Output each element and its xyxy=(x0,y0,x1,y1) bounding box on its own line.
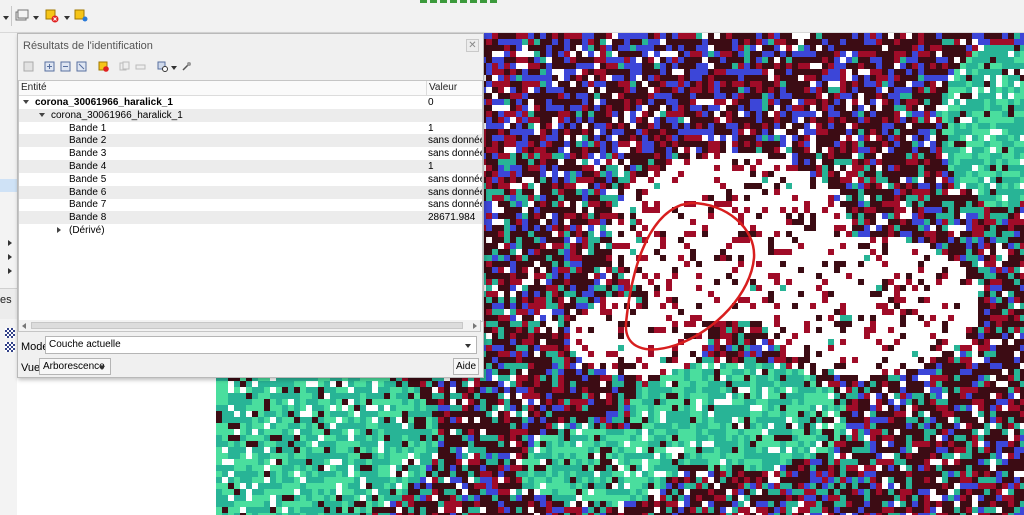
tree-row-value: sans donnée xyxy=(428,199,482,211)
tree-row[interactable]: corona_30061966_haralick_1 xyxy=(19,108,482,122)
chevron-down-icon xyxy=(99,366,105,370)
panel-title-fragment: es xyxy=(0,294,12,306)
tree-row-value: 1 xyxy=(428,122,434,134)
expand-new-icon[interactable] xyxy=(76,61,87,72)
mode-select-value: Couche actuelle xyxy=(49,339,121,350)
chevron-down-icon[interactable] xyxy=(64,16,70,20)
column-header-value[interactable]: Valeur xyxy=(429,82,457,93)
help-button[interactable]: Aide xyxy=(453,358,479,375)
tree-row[interactable]: Bande 8 28671.984 xyxy=(19,211,482,225)
expand-arrow-icon[interactable] xyxy=(8,240,12,246)
chevron-down-icon[interactable] xyxy=(3,16,9,20)
layer-selected-row[interactable] xyxy=(0,179,17,192)
scroll-left-icon[interactable] xyxy=(22,323,26,329)
close-icon[interactable]: ✕ xyxy=(466,39,479,52)
tree-row-value: sans donnée xyxy=(428,173,482,185)
tree-row-label: Bande 2 xyxy=(69,135,107,147)
tree-row[interactable]: Bande 5 sans donnée xyxy=(19,173,482,186)
tree-row[interactable]: Bande 7 sans donnée xyxy=(19,198,482,211)
tree-row[interactable]: Bande 2 sans donnée xyxy=(19,134,482,148)
dialog-title: Résultats de l'identification xyxy=(23,40,153,52)
tree-row[interactable]: (Dérivé) xyxy=(19,224,482,237)
collapse-all-icon[interactable] xyxy=(60,61,71,72)
collapsed-arrow-icon[interactable] xyxy=(57,227,61,233)
main-toolbar xyxy=(0,0,1024,33)
dialog-toolbar xyxy=(18,58,483,78)
tree-row-label: Bande 6 xyxy=(69,186,107,198)
chevron-down-icon[interactable] xyxy=(33,16,39,20)
scroll-thumb[interactable] xyxy=(31,322,463,329)
tree-row-label: Bande 7 xyxy=(69,199,107,211)
identify-icon[interactable] xyxy=(23,61,34,72)
expand-arrow-icon[interactable] xyxy=(8,268,12,274)
tree-row-value: sans donnée xyxy=(428,135,482,147)
expanded-arrow-icon[interactable] xyxy=(39,112,45,117)
settings-icon[interactable] xyxy=(181,61,192,72)
tree-row-label: corona_30061966_haralick_1 xyxy=(35,97,173,108)
column-divider[interactable] xyxy=(426,81,427,95)
tree-row[interactable]: Bande 3 sans donnée xyxy=(19,147,482,160)
mode-select[interactable]: Couche actuelle xyxy=(45,336,477,354)
tree-row-label: corona_30061966_haralick_1 xyxy=(51,109,183,121)
view-select[interactable]: Arborescence xyxy=(39,358,111,375)
raster-layer-icon[interactable] xyxy=(5,342,15,352)
tree-row-label: Bande 8 xyxy=(69,212,107,224)
identify-results-dialog: Résultats de l'identification ✕ Entité V… xyxy=(17,33,484,378)
tree-row[interactable]: Bande 6 sans donnée xyxy=(19,185,482,199)
label-pin-icon[interactable] xyxy=(74,9,88,23)
toolbar-separator xyxy=(11,6,12,26)
tree-row[interactable]: Bande 1 1 xyxy=(19,122,482,135)
horizontal-scrollbar[interactable] xyxy=(18,320,481,332)
layers-panel-strip xyxy=(0,33,17,515)
view-label: Vue xyxy=(21,362,41,374)
chevron-down-icon xyxy=(465,344,471,348)
identify-results-icon[interactable] xyxy=(45,9,59,23)
expand-arrow-icon[interactable] xyxy=(8,254,12,260)
tree-row-label: (Dérivé) xyxy=(69,225,105,236)
browser-panel-header: es xyxy=(0,288,17,319)
tree-row-label: Bande 3 xyxy=(69,148,107,160)
tree-row[interactable]: corona_30061966_haralick_1 0 xyxy=(19,96,482,109)
copy-icon[interactable] xyxy=(119,61,130,72)
toolbar-partial-icons xyxy=(420,0,498,3)
tree-row-value: 28671.984 xyxy=(428,212,476,224)
tree-row-label: Bande 1 xyxy=(69,122,107,134)
scroll-right-icon[interactable] xyxy=(473,323,477,329)
expand-all-icon[interactable] xyxy=(44,61,55,72)
print-icon[interactable] xyxy=(135,61,146,72)
tree-row-value: sans donnée xyxy=(428,148,482,160)
expanded-arrow-icon[interactable] xyxy=(23,100,29,104)
clear-results-icon[interactable] xyxy=(98,61,109,72)
tree-row-value: sans donnée xyxy=(428,186,482,198)
tree-row[interactable]: Bande 4 1 xyxy=(19,160,482,173)
tree-header: Entité Valeur xyxy=(19,81,482,96)
tree-row-label: Bande 4 xyxy=(69,161,107,172)
column-header-entity[interactable]: Entité xyxy=(21,82,47,93)
view-select-value: Arborescence xyxy=(43,361,105,372)
identify-mode-icon[interactable] xyxy=(157,61,168,72)
tree-row-value: 0 xyxy=(428,97,434,108)
layer-icon[interactable] xyxy=(15,9,29,23)
tree-row-value: 1 xyxy=(428,161,434,172)
tree-row-label: Bande 5 xyxy=(69,173,107,185)
chevron-down-icon[interactable] xyxy=(171,66,177,70)
results-tree[interactable]: Entité Valeur corona_30061966_haralick_1… xyxy=(18,80,483,322)
raster-layer-icon[interactable] xyxy=(5,328,15,338)
